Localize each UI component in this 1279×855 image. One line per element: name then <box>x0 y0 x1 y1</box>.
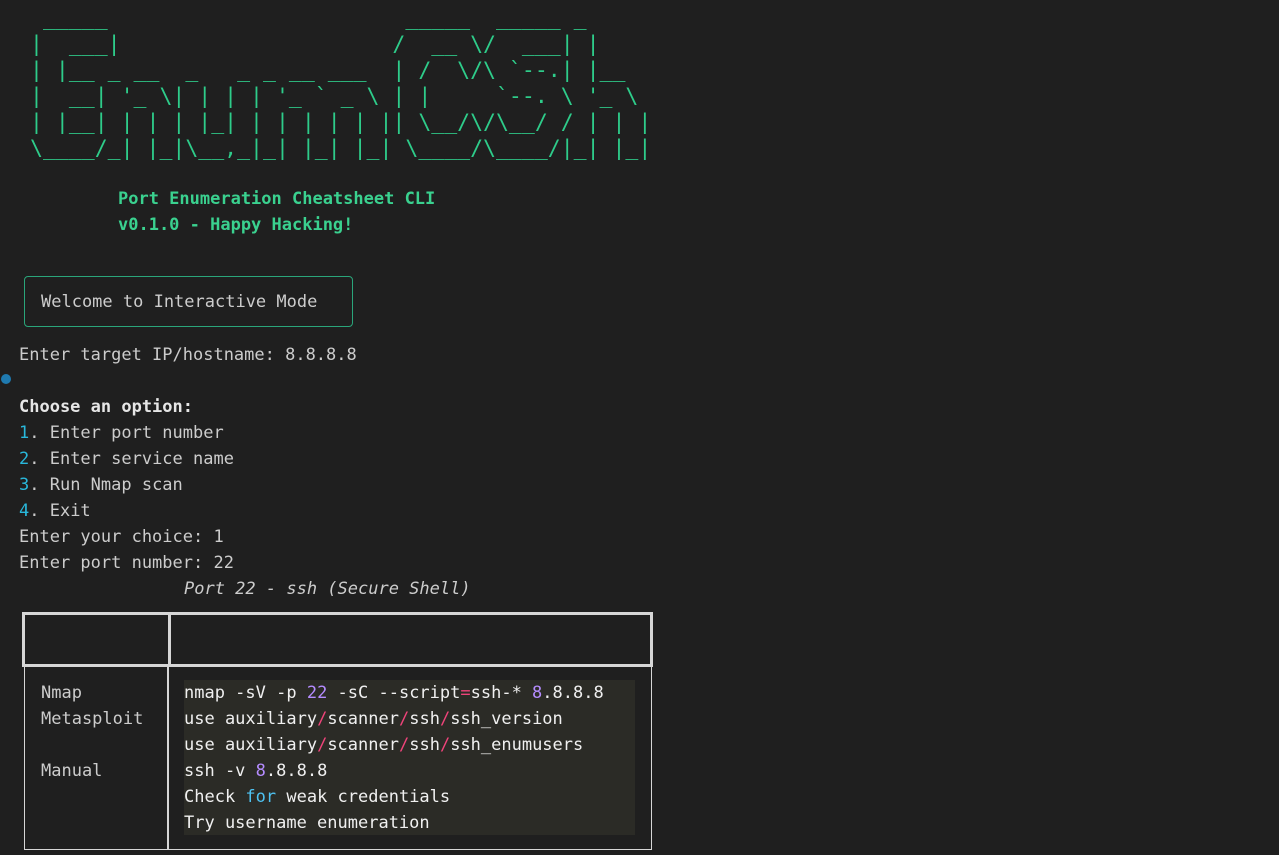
table-header <box>22 612 653 667</box>
table-column-divider <box>167 666 169 849</box>
cmd-text: nmap -sV -p <box>184 683 307 703</box>
target-prompt: Enter target IP/hostname: 8.8.8.8 <box>19 345 357 365</box>
cmd-text: ssh-* <box>470 683 533 703</box>
table-header-divider <box>168 615 171 664</box>
command-msf-ssh-version[interactable]: use auxiliary/scanner/ssh/ssh_version <box>184 706 563 732</box>
welcome-panel: Welcome to Interactive Mode <box>24 276 353 327</box>
menu-item-number: 1 <box>19 423 30 443</box>
cmd-text: ssh -v <box>184 761 256 781</box>
cmd-text: ssh_version <box>450 709 563 729</box>
menu-item-enter-service: 2. Enter service name <box>19 446 234 472</box>
menu-item-label: . Exit <box>29 501 91 521</box>
menu-item-number: 2 <box>19 449 30 469</box>
cmd-text: weak credentials <box>276 787 451 807</box>
app-subtitle: Port Enumeration Cheatsheet CLI <box>118 189 436 209</box>
cmd-text: ssh <box>409 709 440 729</box>
tool-metasploit: Metasploit <box>41 709 144 729</box>
table-caption: Port 22 - ssh (Secure Shell) <box>184 579 471 599</box>
menu-item-enter-port: 1. Enter port number <box>19 420 224 446</box>
cmd-operator: / <box>439 709 451 729</box>
cmd-text: use auxiliary <box>184 735 318 755</box>
command-marker-icon[interactable] <box>1 374 11 384</box>
command-ssh-verbose[interactable]: ssh -v 8.8.8.8 <box>184 758 327 784</box>
command-nmap[interactable]: nmap -sV -p 22 -sC --script=ssh-* 8.8.8.… <box>184 680 604 706</box>
cmd-number: 8 <box>532 683 543 703</box>
cmd-operator: = <box>460 683 471 703</box>
cmd-text: ssh_enumusers <box>450 735 584 755</box>
cmd-operator: / <box>398 735 410 755</box>
cmd-operator: / <box>439 735 451 755</box>
cmd-operator: / <box>317 735 328 755</box>
menu-heading: Choose an option: <box>19 397 193 417</box>
cmd-text: scanner <box>327 735 399 755</box>
menu-item-exit: 4. Exit <box>19 498 91 524</box>
welcome-text: Welcome to Interactive Mode <box>41 292 318 312</box>
cmd-text: .8.8.8 <box>542 683 604 703</box>
cmd-operator: / <box>317 709 328 729</box>
cmd-number: 22 <box>306 683 328 703</box>
cmd-text: -sC --script <box>327 683 461 703</box>
menu-item-label: . Enter port number <box>29 423 224 443</box>
tool-nmap: Nmap <box>41 683 82 703</box>
cmd-text: scanner <box>327 709 399 729</box>
menu-item-label: . Enter service name <box>29 449 234 469</box>
cmd-text: ssh <box>409 735 440 755</box>
cmd-text: .8.8.8 <box>265 761 328 781</box>
app-version: v0.1.0 - Happy Hacking! <box>118 215 354 235</box>
menu-item-run-nmap: 3. Run Nmap scan <box>19 472 183 498</box>
command-username-enum[interactable]: Try username enumeration <box>184 810 430 836</box>
choice-prompt: Enter your choice: 1 <box>19 527 224 547</box>
command-msf-ssh-enumusers[interactable]: use auxiliary/scanner/ssh/ssh_enumusers <box>184 732 583 758</box>
menu-item-number: 4 <box>19 501 30 521</box>
cmd-keyword: for <box>245 787 277 807</box>
ascii-banner: _____ _____ _____ _ | ___| / __ \/ ___| … <box>30 6 652 161</box>
cmd-operator: / <box>398 709 410 729</box>
menu-item-number: 3 <box>19 475 30 495</box>
cmd-number: 8 <box>255 761 266 781</box>
cmd-text: use auxiliary <box>184 709 318 729</box>
cmd-text: Check <box>184 787 246 807</box>
port-prompt: Enter port number: 22 <box>19 553 234 573</box>
tool-manual: Manual <box>41 761 103 781</box>
command-check-credentials[interactable]: Check for weak credentials <box>184 784 450 810</box>
menu-item-label: . Run Nmap scan <box>29 475 183 495</box>
